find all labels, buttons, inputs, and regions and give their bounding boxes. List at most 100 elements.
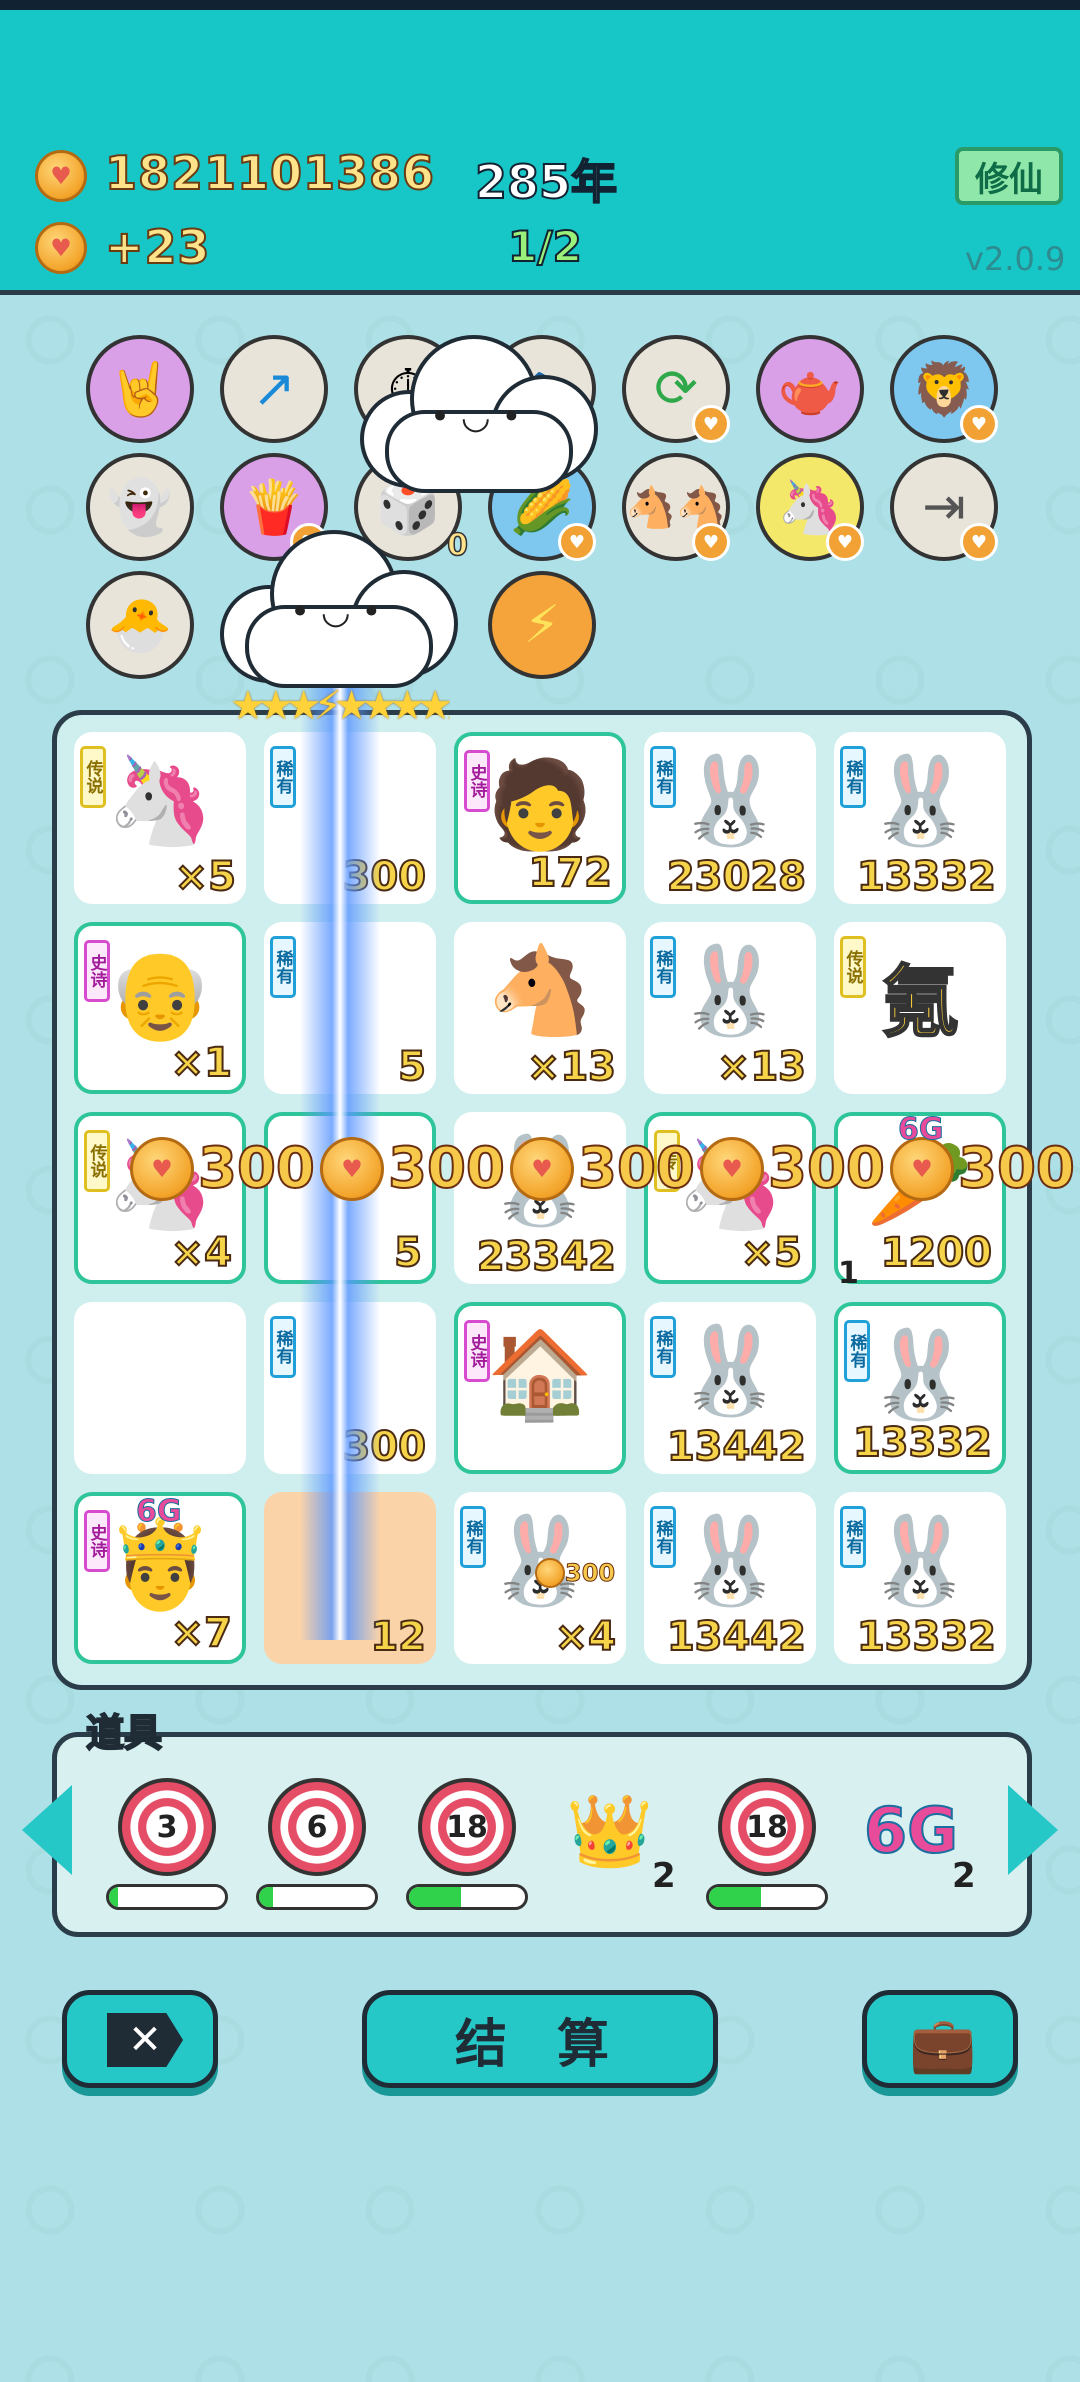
rarity-tag: 传说 [80,746,106,808]
rarity-tag: 稀有 [844,1320,870,1382]
tools-label: 道具 [85,1710,163,1756]
board-cell[interactable]: 👴 史诗 ×1 [74,922,246,1094]
bag-button[interactable]: 💼 [862,1990,1018,2088]
lion-badge[interactable]: 🦁 ♥ [890,335,998,443]
page-indicator: 1/2 [507,221,583,272]
board-cell[interactable]: 🐰 稀有 23028 [644,732,816,904]
rarity-tag: 稀有 [650,746,676,808]
tools-next-arrow[interactable] [1008,1785,1058,1875]
cell-count: ×1 [170,1039,233,1087]
board-cell[interactable]: 🐰 稀有 13442 [644,1492,816,1664]
rarity-tag: 史诗 [84,1510,110,1572]
heart-icon: ♥ [960,405,998,443]
briefcase-icon: 💼 [909,2013,977,2076]
cell-count: 172 [528,849,613,897]
target-tool[interactable]: 6 [268,1778,366,1876]
version-label: v2.0.9 [965,240,1066,278]
rock-hand-badge[interactable]: 🤘 [86,335,194,443]
lightning-badge[interactable]: ⚡ [488,571,596,679]
heart-icon: ♥ [960,523,998,561]
board-cell[interactable] [74,1302,246,1474]
board-cell[interactable]: 氪传说 [834,922,1006,1094]
target-progress-bar [706,1884,828,1910]
cell-count: ×13 [716,1043,807,1091]
coin-icon: ♥ [700,1136,764,1201]
6g-tool[interactable]: 6G [863,1793,959,1868]
carrot-6g-badge: 6G [898,1112,944,1148]
carrot-level: 1 [838,1256,859,1291]
rarity-tag: 稀有 [840,746,866,808]
reward-popup: ♥ 300 [320,1135,506,1202]
rarity-tag: 稀有 [650,1506,676,1568]
ghost-badge[interactable]: 👻 [86,453,194,561]
target-tool[interactable]: 3 [118,1778,216,1876]
unicorn-badge[interactable]: 🦄 ♥ [756,453,864,561]
cell-count: ×7 [170,1609,233,1657]
rarity-tag: 稀有 [650,936,676,998]
coin-income: +23 [104,219,211,275]
crown-tool[interactable]: 👑 [566,1790,653,1873]
rarity-tag: 稀有 [650,1316,676,1378]
heart-icon: ♥ [692,523,730,561]
ghost-icon: 👻 [107,477,173,538]
arrow-up-right-icon: ↗ [252,359,296,419]
cell-count: ×5 [740,1229,803,1277]
board-cell[interactable]: 🐰 稀有 13442 [644,1302,816,1474]
cell-count: 13442 [666,1423,807,1471]
board-cell[interactable]: 🦄 传说 ×5 [74,732,246,904]
cell-character: 🐴 [486,941,594,1041]
rarity-tag: 史诗 [464,1320,490,1382]
reward-popup: ♥ 300 [700,1135,886,1202]
board-cell[interactable]: 🐴 ×13 [454,922,626,1094]
refresh-badge[interactable]: ⟳ ♥ [622,335,730,443]
coin-icon [535,1558,565,1588]
cell-count: 13332 [856,853,997,901]
board-cell[interactable]: 🐰 稀有 13332 [834,1492,1006,1664]
crown-count: 2 [652,1856,676,1896]
tools-prev-arrow[interactable] [22,1785,72,1875]
status-strip [0,0,1080,10]
rarity-tag: 稀有 [460,1506,486,1568]
horse-couple-badge[interactable]: 🐴🐴 ♥ [622,453,730,561]
rarity-tag: 传说 [84,1130,110,1192]
chick-icon: 🐣 [107,595,173,656]
board-cell[interactable]: 🏠 史诗 [454,1302,626,1474]
board-cell[interactable]: 🐰 稀有 ×13 [644,922,816,1094]
settle-button[interactable]: 结 算 [362,1990,718,2088]
year-counter: 285年 [474,154,618,210]
crown-icon: 👑 [566,1790,654,1872]
coin-income-icon: ♥ [35,222,87,274]
reward-popup: ♥ 300 [510,1135,696,1202]
rarity-tag: 稀有 [840,1506,866,1568]
cultivate-button[interactable]: 修仙 [955,147,1063,205]
rarity-tag: 史诗 [464,750,490,812]
king-6g-badge: 6G [136,1494,182,1530]
close-button[interactable]: ✕ [62,1990,218,2088]
gravy-boat-icon: 🫖 [777,359,843,420]
board-cell[interactable]: 🐰 稀有 13332 [834,732,1006,904]
coin-icon: ♥ [510,1136,574,1201]
target-progress-bar [256,1884,378,1910]
cell-count: 13332 [852,1419,993,1467]
cell-count: 13442 [666,1613,807,1661]
heart-icon: ♥ [826,523,864,561]
heart-icon: ♥ [692,405,730,443]
board-cell[interactable]: 🐰 稀有 13332 [834,1302,1006,1474]
close-icon: ✕ [107,2013,183,2067]
rock-hand-icon: 🤘 [107,359,173,420]
target-tool[interactable]: 18 [418,1778,516,1876]
skip-end-badge[interactable]: ⇥ ♥ [890,453,998,561]
reward-popup: ♥ 300 [130,1135,316,1202]
arrow-badge[interactable]: ↗ [220,335,328,443]
board-cell[interactable]: 🧑 史诗 172 [454,732,626,904]
cloud-character-2: • ◡ • [220,530,458,688]
target-progress-bar [406,1884,528,1910]
cell-count: 13332 [856,1613,997,1661]
gravy-boat-badge[interactable]: 🫖 [756,335,864,443]
coin-icon: ♥ [35,150,87,202]
target-tool[interactable]: 18 [718,1778,816,1876]
cell-count: 23028 [666,853,807,901]
small-reward: 300 [535,1558,616,1588]
chick-badge[interactable]: 🐣 [86,571,194,679]
heart-icon: ♥ [558,523,596,561]
